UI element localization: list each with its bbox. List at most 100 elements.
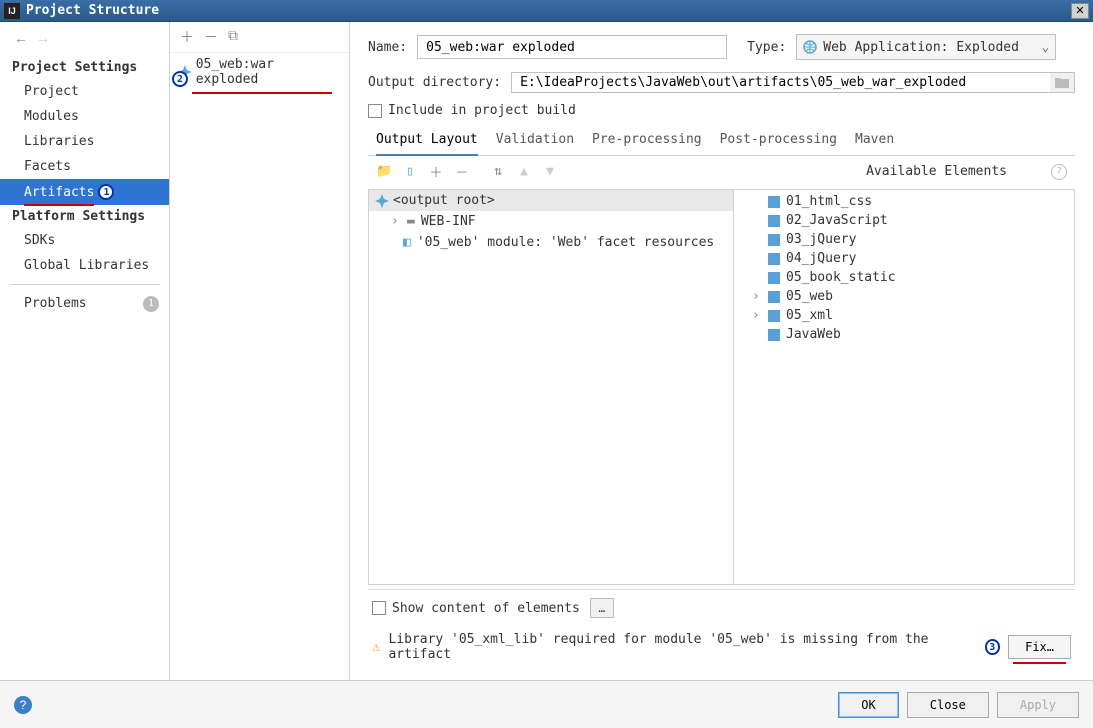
annotation-underline-1 xyxy=(24,204,94,206)
annotation-1: 1 xyxy=(98,184,114,200)
close-button[interactable]: Close xyxy=(907,692,989,718)
warning-row: ⚠ Library '05_xml_lib' required for modu… xyxy=(368,626,1075,668)
avail-05-xml[interactable]: ›05_xml xyxy=(734,306,1074,325)
tab-post-processing[interactable]: Post-processing xyxy=(720,132,837,151)
tree-facet-label: '05_web' module: 'Web' facet resources xyxy=(417,235,714,250)
apply-button: Apply xyxy=(997,692,1079,718)
type-label: Type: xyxy=(747,40,786,55)
nav-problems-label: Problems xyxy=(24,296,87,311)
help-icon[interactable]: ? xyxy=(1051,164,1067,180)
show-content-options-button[interactable]: … xyxy=(590,598,614,618)
sidebar-divider xyxy=(10,284,159,285)
remove-button[interactable]: － xyxy=(454,162,470,181)
main-panel: Name: Type: Web Application: Exploded ⌄ … xyxy=(350,22,1093,680)
avail-04-jquery[interactable]: 04_jQuery xyxy=(734,249,1074,268)
nav-back-button[interactable]: ← xyxy=(14,30,28,46)
nav-artifacts[interactable]: Artifacts 1 xyxy=(0,179,169,205)
module-icon xyxy=(768,253,780,265)
copy-artifact-button[interactable]: ⧉ xyxy=(228,27,238,47)
include-build-label: Include in project build xyxy=(388,103,576,118)
avail-02-javascript[interactable]: 02_JavaScript xyxy=(734,211,1074,230)
title-bar: IJ Project Structure ✕ xyxy=(0,0,1093,22)
module-icon xyxy=(768,272,780,284)
remove-artifact-button[interactable]: － xyxy=(204,27,218,47)
avail-javaweb[interactable]: JavaWeb xyxy=(734,325,1074,344)
nav-modules[interactable]: Modules xyxy=(0,104,169,129)
output-root-label: <output root> xyxy=(393,193,495,208)
type-combo[interactable]: Web Application: Exploded ⌄ xyxy=(796,34,1056,60)
nav-libraries[interactable]: Libraries xyxy=(0,129,169,154)
layout-toolbar: 📁 ▯ ＋ － ⇅ ▲ ▼ Available Elements ? xyxy=(368,156,1075,187)
tab-output-layout[interactable]: Output Layout xyxy=(376,132,478,156)
annotation-3: 3 xyxy=(985,639,1001,655)
help-button[interactable]: ? xyxy=(14,696,32,714)
add-copy-button[interactable]: ＋ xyxy=(428,162,444,181)
move-down-button[interactable]: ▼ xyxy=(542,164,558,179)
nav-problems[interactable]: Problems 1 xyxy=(0,291,169,316)
tab-maven[interactable]: Maven xyxy=(855,132,894,151)
module-icon xyxy=(768,196,780,208)
sort-button[interactable]: ⇅ xyxy=(490,164,506,179)
name-label: Name: xyxy=(368,40,407,55)
avail-05-book-static[interactable]: 05_book_static xyxy=(734,268,1074,287)
artifact-toolbar: ＋ － ⧉ xyxy=(170,22,349,53)
add-artifact-button[interactable]: ＋ xyxy=(180,27,194,47)
browse-folder-button[interactable] xyxy=(1050,73,1074,92)
show-content-checkbox[interactable] xyxy=(372,601,386,615)
expand-icon[interactable]: › xyxy=(391,214,401,229)
tree-facet-resources[interactable]: ◧ '05_web' module: 'Web' facet resources xyxy=(369,232,733,253)
annotation-underline-2 xyxy=(192,92,332,94)
annotation-underline-3 xyxy=(1013,662,1066,664)
type-combo-value: Web Application: Exploded xyxy=(823,40,1019,55)
fix-button[interactable]: Fix… xyxy=(1008,635,1071,659)
name-input[interactable] xyxy=(417,35,727,59)
project-settings-header: Project Settings xyxy=(0,56,169,79)
output-dir-input[interactable] xyxy=(512,73,1050,92)
show-content-label: Show content of elements xyxy=(392,601,580,616)
module-icon xyxy=(768,234,780,246)
new-archive-button[interactable]: ▯ xyxy=(402,164,418,179)
web-resource-icon: ◧ xyxy=(403,235,411,250)
tab-pre-processing[interactable]: Pre-processing xyxy=(592,132,702,151)
nav-global-libraries[interactable]: Global Libraries xyxy=(0,253,169,278)
include-build-checkbox[interactable] xyxy=(368,104,382,118)
avail-01-html-css[interactable]: 01_html_css xyxy=(734,192,1074,211)
nav-project[interactable]: Project xyxy=(0,79,169,104)
module-icon xyxy=(768,215,780,227)
folder-icon xyxy=(1055,77,1069,89)
avail-05-web[interactable]: ›05_web xyxy=(734,287,1074,306)
app-icon: IJ xyxy=(4,3,20,19)
ok-button[interactable]: OK xyxy=(838,692,898,718)
tree-webinf[interactable]: › ▬ WEB-INF xyxy=(369,211,733,232)
sidebar: ← → Project Settings Project Modules Lib… xyxy=(0,22,170,680)
annotation-2: 2 xyxy=(172,71,188,87)
output-layout-split: <output root> › ▬ WEB-INF ◧ '05_web' mod… xyxy=(368,189,1075,585)
move-up-button[interactable]: ▲ xyxy=(516,164,532,179)
available-elements-label: Available Elements xyxy=(866,164,1007,179)
warning-text: Library '05_xml_lib' required for module… xyxy=(388,632,976,662)
folder-icon: ▬ xyxy=(407,214,415,229)
tabs: Output Layout Validation Pre-processing … xyxy=(368,128,1075,156)
expand-icon[interactable]: › xyxy=(752,289,762,304)
artifact-list-panel: ＋ － ⧉ 05_web:war exploded 2 xyxy=(170,22,350,680)
platform-settings-header: Platform Settings xyxy=(0,205,169,228)
output-dir-label: Output directory: xyxy=(368,75,501,90)
nav-forward-button[interactable]: → xyxy=(36,30,50,46)
output-root-row[interactable]: <output root> xyxy=(369,190,733,211)
nav-facets[interactable]: Facets xyxy=(0,154,169,179)
artifact-item-label: 05_web:war exploded xyxy=(196,57,341,87)
window-close-button[interactable]: ✕ xyxy=(1071,3,1089,19)
output-tree[interactable]: <output root> › ▬ WEB-INF ◧ '05_web' mod… xyxy=(369,190,734,584)
expand-icon[interactable]: › xyxy=(752,308,762,323)
nav-sdks[interactable]: SDKs xyxy=(0,228,169,253)
output-root-icon xyxy=(375,194,389,208)
tab-validation[interactable]: Validation xyxy=(496,132,574,151)
module-icon xyxy=(768,291,780,303)
artifact-item-0[interactable]: 05_web:war exploded 2 xyxy=(170,53,349,91)
module-icon xyxy=(768,329,780,341)
window-title: Project Structure xyxy=(26,3,159,18)
problems-count-badge: 1 xyxy=(143,296,159,312)
available-elements-tree[interactable]: 01_html_css 02_JavaScript 03_jQuery 04_j… xyxy=(734,190,1074,584)
avail-03-jquery[interactable]: 03_jQuery xyxy=(734,230,1074,249)
new-folder-button[interactable]: 📁 xyxy=(376,164,392,179)
